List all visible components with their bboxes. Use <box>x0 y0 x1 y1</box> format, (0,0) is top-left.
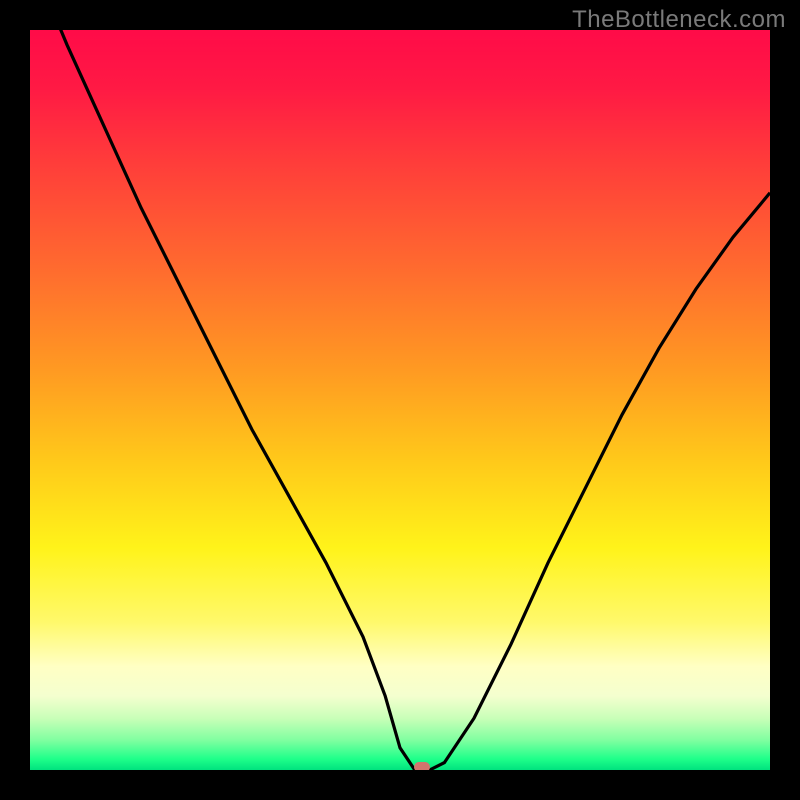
optimal-point-marker <box>414 762 430 770</box>
bottleneck-curve <box>30 30 770 770</box>
chart-frame: TheBottleneck.com <box>0 0 800 800</box>
plot-area <box>30 30 770 770</box>
watermark-text: TheBottleneck.com <box>572 6 786 34</box>
